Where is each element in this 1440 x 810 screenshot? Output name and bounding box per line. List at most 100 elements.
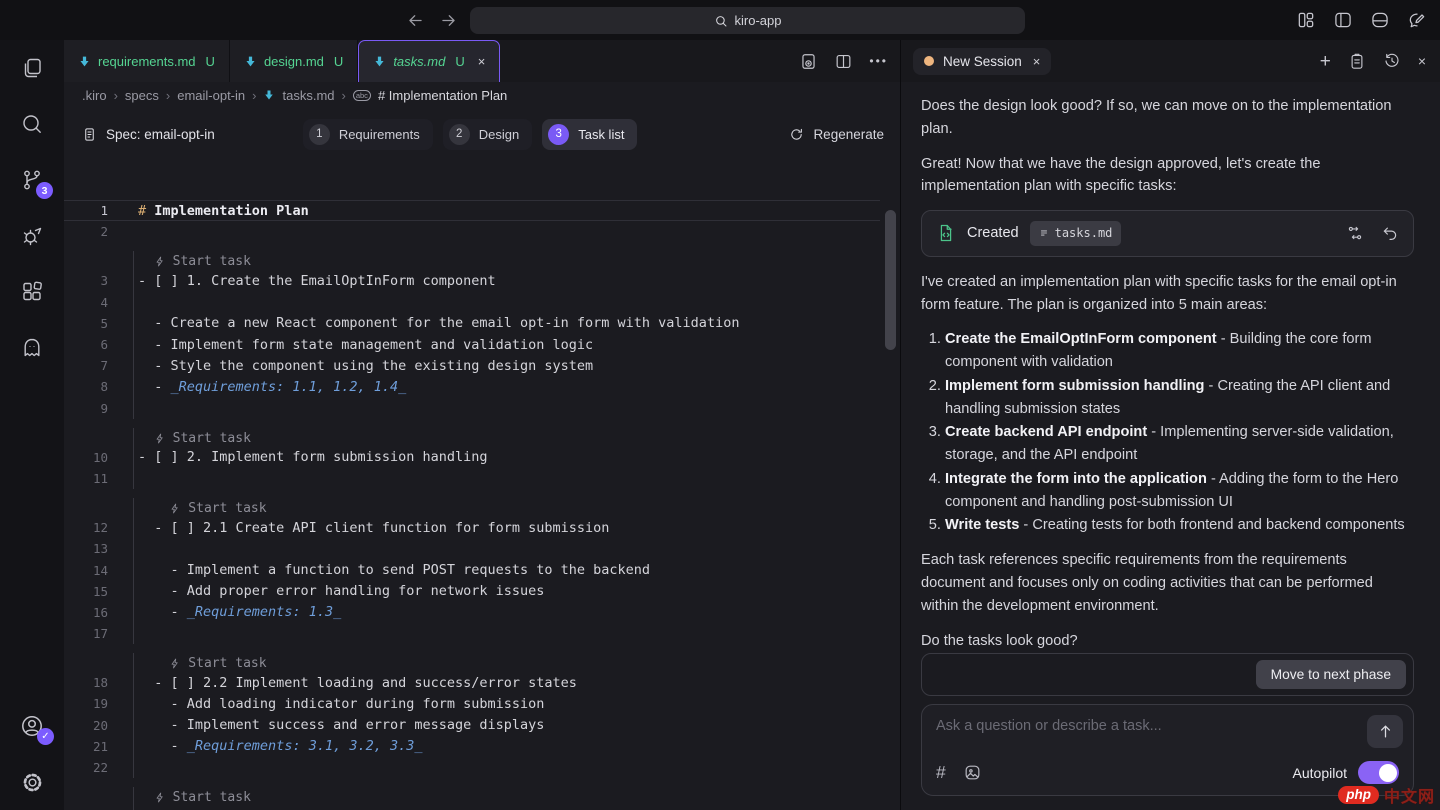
chat-messages[interactable]: Does the design look good? If so, we can… — [901, 82, 1440, 653]
step-task-list[interactable]: 3 Task list — [542, 119, 637, 150]
breadcrumb-separator: › — [114, 88, 118, 103]
regenerate-button[interactable]: Regenerate — [789, 127, 884, 142]
breadcrumb-item[interactable]: tasks.md — [282, 88, 334, 103]
breadcrumb-item[interactable]: specs — [125, 88, 159, 103]
tab-tasks-md[interactable]: tasks.md U × — [358, 40, 500, 82]
split-editor-icon[interactable] — [834, 52, 853, 71]
codelens-start-task[interactable]: Start task — [64, 778, 900, 806]
markdown-file-icon — [263, 89, 275, 101]
panel-left-icon[interactable] — [1333, 10, 1353, 30]
line-number: 8 — [64, 379, 138, 394]
watermark-cn-text: 中文网 — [1384, 783, 1435, 807]
new-session-icon[interactable]: + — [1320, 52, 1331, 71]
task-list-icon[interactable] — [1348, 52, 1366, 70]
close-session-icon[interactable]: × — [1033, 54, 1041, 69]
refresh-icon — [789, 127, 804, 142]
breadcrumb-item[interactable]: .kiro — [82, 88, 107, 103]
kiro-ghost-icon[interactable] — [18, 334, 46, 362]
diff-changes-icon[interactable] — [1346, 224, 1364, 242]
breadcrumb-separator: › — [166, 88, 170, 103]
code-line: 4 — [64, 292, 900, 313]
titlebar: kiro-app — [0, 0, 1440, 40]
autopilot-toggle[interactable] — [1358, 761, 1399, 784]
chat-input-placeholder[interactable]: Ask a question or describe a task... — [936, 718, 1399, 734]
line-number: 18 — [64, 675, 138, 690]
line-number: 19 — [64, 696, 138, 711]
account-check-badge: ✓ — [37, 728, 54, 745]
more-actions-icon[interactable]: ••• — [869, 54, 888, 68]
command-search-box[interactable]: kiro-app — [470, 7, 1025, 34]
code-line: 10- [ ] 2. Implement form submission han… — [64, 447, 900, 468]
code-line: 12 - [ ] 2.1 Create API client function … — [64, 517, 900, 538]
back-arrow-icon[interactable] — [406, 11, 425, 30]
breadcrumb-item[interactable]: email-opt-in — [177, 88, 245, 103]
codelens-start-task[interactable]: Start task — [64, 489, 900, 517]
modified-badge: U — [334, 54, 343, 69]
spec-title: Spec: email-opt-in — [82, 127, 215, 142]
run-debug-icon[interactable] — [18, 222, 46, 250]
code-line: 1# Implementation Plan — [64, 200, 900, 221]
code-line: 16 - _Requirements: 1.3_ — [64, 602, 900, 623]
line-number: 5 — [64, 316, 138, 331]
editor-scrollbar[interactable] — [885, 210, 896, 350]
undo-icon[interactable] — [1381, 224, 1399, 242]
breadcrumb[interactable]: .kiro › specs › email-opt-in › tasks.md … — [64, 82, 900, 108]
code-editor[interactable]: 1# Implementation Plan2Start task3- [ ] … — [64, 200, 900, 810]
line-number: 16 — [64, 605, 138, 620]
explorer-icon[interactable] — [18, 54, 46, 82]
feedback-edit-icon[interactable] — [1407, 10, 1427, 30]
close-tab-icon[interactable]: × — [478, 54, 486, 69]
file-chip[interactable]: tasks.md — [1030, 221, 1122, 246]
line-number: 9 — [64, 401, 138, 416]
code-line: 21 - _Requirements: 3.1, 3.2, 3.3_ — [64, 736, 900, 757]
attach-image-icon[interactable] — [963, 763, 982, 782]
list-item: Create the EmailOptInForm component - Bu… — [945, 328, 1414, 374]
open-preview-icon[interactable] — [799, 52, 818, 71]
tab-design-md[interactable]: design.md U — [230, 40, 358, 82]
extensions-icon[interactable] — [18, 278, 46, 306]
markdown-file-icon — [373, 55, 386, 68]
account-icon[interactable]: ✓ — [18, 712, 46, 740]
session-status-dot — [924, 56, 934, 66]
code-line: 13 — [64, 538, 900, 559]
context-hash-icon[interactable]: # — [936, 762, 946, 783]
code-line: 9 — [64, 398, 900, 419]
task-areas-list: Create the EmailOptInForm component - Bu… — [921, 328, 1414, 537]
watermark: php 中文网 — [1338, 783, 1435, 807]
settings-gear-icon[interactable] — [18, 768, 46, 796]
forward-arrow-icon[interactable] — [439, 11, 458, 30]
move-to-next-phase-button[interactable]: Move to next phase — [1256, 660, 1406, 689]
code-line: 2 — [64, 221, 900, 242]
session-tab[interactable]: New Session × — [913, 48, 1051, 75]
line-number: 14 — [64, 563, 138, 578]
line-number: 10 — [64, 450, 138, 465]
line-number: 4 — [64, 295, 138, 310]
symbol-string-icon: abc — [353, 90, 371, 101]
codelens-start-task[interactable]: Start task — [64, 644, 900, 672]
line-number: 3 — [64, 273, 138, 288]
close-panel-icon[interactable]: × — [1418, 53, 1426, 69]
search-sidebar-icon[interactable] — [18, 110, 46, 138]
line-number: 21 — [64, 739, 138, 754]
list-item: Implement form submission handling - Cre… — [945, 375, 1414, 421]
codelens-start-task[interactable]: Start task — [64, 242, 900, 270]
breadcrumb-item[interactable]: # Implementation Plan — [378, 88, 507, 103]
source-control-icon[interactable]: 3 — [18, 166, 46, 194]
tab-requirements-md[interactable]: requirements.md U — [64, 40, 230, 82]
panel-bottom-icon[interactable] — [1370, 10, 1390, 30]
step-requirements[interactable]: 1 Requirements — [303, 119, 433, 150]
codelens-start-task[interactable]: Start task — [64, 419, 900, 447]
code-line: 3- [ ] 1. Create the EmailOptInForm comp… — [64, 270, 900, 291]
php-logo: php — [1338, 786, 1379, 804]
kiro-app-window: kiro-app 3 — [0, 0, 1440, 810]
list-item: Integrate the form into the application … — [945, 468, 1414, 514]
file-code-icon — [936, 223, 956, 243]
send-button[interactable] — [1367, 715, 1403, 748]
history-icon[interactable] — [1383, 52, 1401, 70]
layout-grid-icon[interactable] — [1296, 10, 1316, 30]
editor-tab-bar: requirements.md U design.md U tasks.md U… — [64, 40, 900, 82]
list-item: Create backend API endpoint - Implementi… — [945, 421, 1414, 467]
code-line: 19 - Add loading indicator during form s… — [64, 693, 900, 714]
step-design[interactable]: 2 Design — [443, 119, 532, 150]
created-file-card[interactable]: Created tasks.md — [921, 210, 1414, 257]
